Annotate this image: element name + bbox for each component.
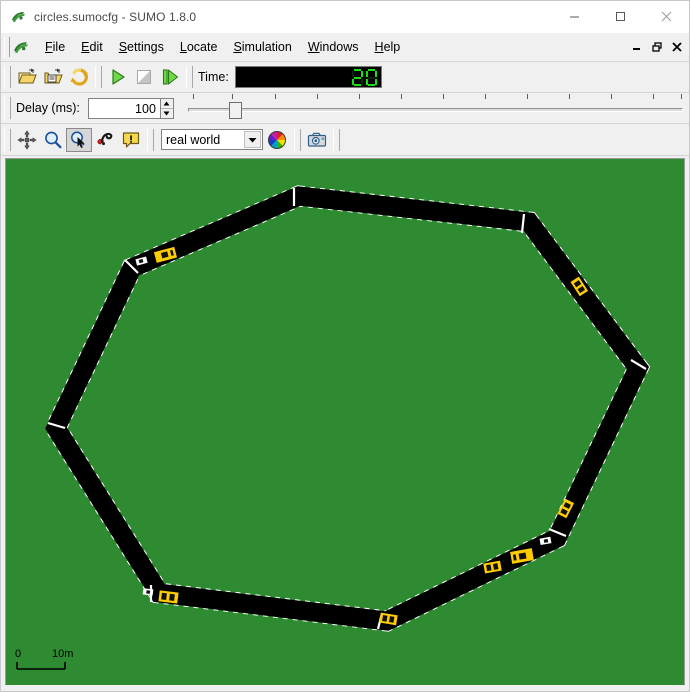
scale-end-label: 10m (52, 648, 73, 660)
chevron-down-icon[interactable] (244, 131, 261, 148)
zoom-style-button[interactable] (66, 127, 92, 152)
vehicle (142, 588, 154, 596)
mdi-restore-button[interactable] (648, 37, 666, 56)
vehicle-body (158, 590, 179, 604)
vehicle-window (389, 616, 395, 623)
toolbar-grip[interactable] (4, 66, 11, 88)
delay-spin-buttons (159, 97, 174, 119)
step-button[interactable] (157, 65, 183, 89)
menu-edit[interactable]: Edit (73, 37, 111, 57)
delay-spin-up-button[interactable] (160, 99, 173, 109)
toolbar-separator-2 (186, 66, 193, 88)
show-legend-button[interactable] (118, 128, 144, 152)
network-view[interactable]: 0 10m (6, 159, 685, 688)
window-close-button[interactable] (643, 1, 689, 32)
view-toolbar-grip[interactable] (4, 128, 11, 151)
time-digit-ones (365, 68, 378, 86)
open-simulation-button[interactable] (14, 65, 40, 89)
simulation-canvas[interactable]: 0 10m (5, 158, 685, 688)
vehicle-window (543, 538, 549, 543)
recenter-view-button[interactable] (14, 128, 40, 152)
color-scheme-value: real world (166, 132, 221, 147)
window-titlebar: circles.sumocfg - SUMO 1.8.0 (1, 1, 689, 33)
mdi-minimize-button[interactable] (628, 37, 646, 56)
menu-settings[interactable]: Settings (111, 37, 172, 57)
vehicle-window (169, 593, 175, 601)
statusbar (1, 685, 689, 691)
vehicle-window (146, 590, 151, 594)
vehicle-window (382, 615, 388, 622)
menu-windows[interactable]: Windows (300, 37, 367, 57)
vehicle-window (518, 552, 527, 560)
vehicle-window (161, 592, 167, 600)
delay-input[interactable] (87, 97, 160, 119)
view-toolbar-separator-3 (333, 128, 340, 151)
delay-spin-down-button[interactable] (161, 109, 173, 118)
delay-toolbar: Delay (ms): (1, 93, 689, 124)
sumo-gui-window: circles.sumocfg - SUMO 1.8.0 File Edit S… (0, 0, 690, 692)
time-label: Time: (198, 70, 229, 84)
mdi-close-button[interactable] (668, 37, 686, 56)
open-recent-config-button[interactable] (40, 65, 66, 89)
view-toolbar-separator-1 (147, 128, 154, 151)
menu-locate[interactable]: Locate (172, 37, 226, 57)
delay-slider-thumb[interactable] (228, 102, 242, 119)
scale-start-label: 0 (15, 648, 21, 660)
menubar-grip[interactable] (4, 37, 10, 57)
delay-spinner[interactable] (87, 97, 174, 119)
delay-label: Delay (ms): (16, 101, 80, 115)
window-maximize-button[interactable] (597, 1, 643, 32)
menu-file[interactable]: File (37, 37, 73, 57)
delay-toolbar-grip[interactable] (4, 97, 11, 119)
view-toolbar-separator-2 (294, 128, 301, 151)
make-snapshot-button[interactable] (304, 128, 330, 152)
edit-viewport-button[interactable] (92, 128, 118, 152)
zoom-button[interactable] (40, 128, 66, 152)
run-button[interactable] (105, 65, 131, 89)
window-title: circles.sumocfg - SUMO 1.8.0 (34, 9, 197, 24)
main-toolbar: Time: (1, 62, 689, 93)
window-minimize-button[interactable] (551, 1, 597, 32)
view-toolbar: real world (1, 124, 689, 156)
menu-simulation[interactable]: Simulation (225, 37, 299, 57)
stop-button[interactable] (131, 65, 157, 89)
delay-slider[interactable] (187, 94, 683, 122)
vehicle (158, 590, 179, 604)
menubar: File Edit Settings Locate Simulation Win… (1, 33, 689, 62)
sumo-icon (10, 8, 26, 25)
reload-button[interactable] (66, 65, 92, 89)
mdi-window-controls (628, 37, 686, 56)
delay-slider-ticks (188, 94, 683, 101)
toolbar-separator-1 (95, 66, 102, 88)
delay-slider-groove[interactable] (187, 108, 683, 112)
window-controls (551, 1, 689, 32)
color-scheme-select[interactable]: real world (161, 129, 263, 150)
color-scheme-button[interactable] (263, 128, 291, 152)
time-digit-tens (351, 68, 364, 86)
menu-help[interactable]: Help (367, 37, 409, 57)
simulation-time-display (234, 66, 382, 88)
mdi-child-icon (12, 38, 29, 56)
